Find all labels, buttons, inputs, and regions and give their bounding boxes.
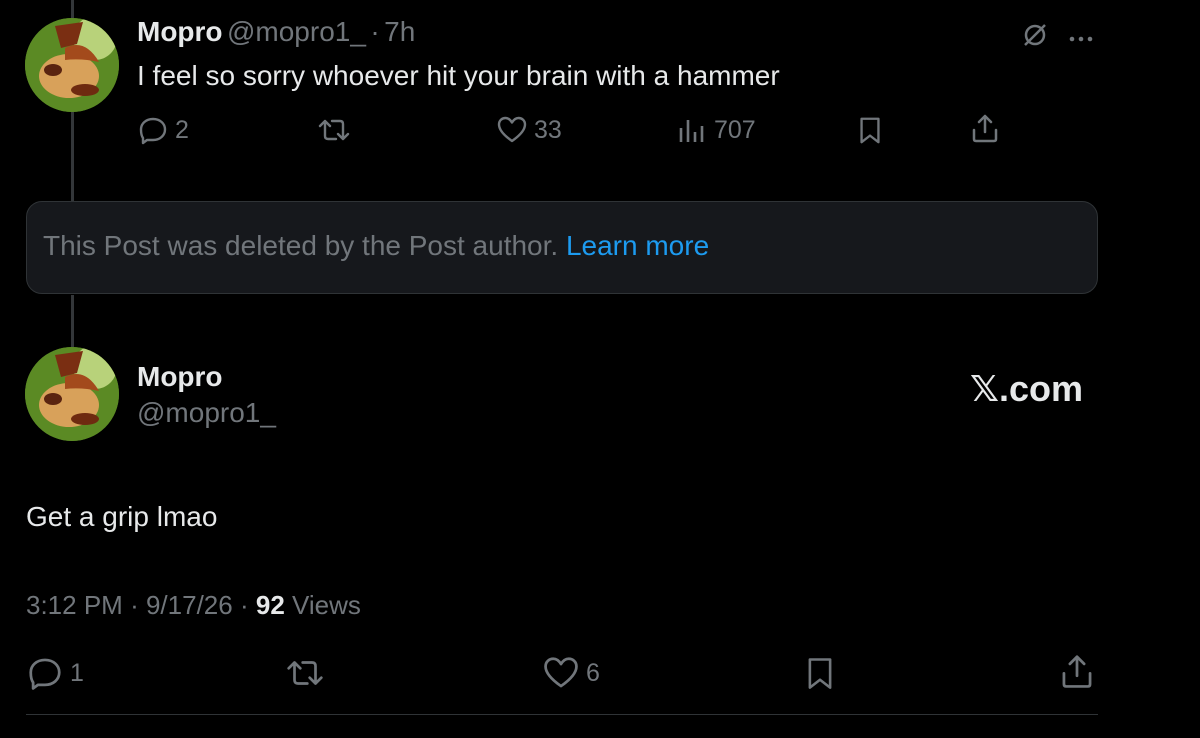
heart-icon xyxy=(497,116,527,143)
author-name[interactable]: Mopro xyxy=(137,361,223,393)
heart-icon xyxy=(544,657,578,688)
divider xyxy=(26,714,1098,715)
separator-dot: · xyxy=(130,590,139,620)
post-date[interactable]: 9/17/26 xyxy=(146,590,233,620)
reply-button[interactable]: 2 xyxy=(137,114,189,146)
repost-button[interactable] xyxy=(316,114,352,146)
reply-post-header: Mopro @mopro1_ · 7h xyxy=(137,16,415,48)
author-handle[interactable]: @mopro1_ xyxy=(137,397,276,429)
bookmark-button[interactable] xyxy=(802,654,838,692)
more-options-icon[interactable] xyxy=(1068,30,1096,42)
repost-icon xyxy=(318,119,350,141)
avatar-image xyxy=(25,347,119,441)
main-post-text: Get a grip lmao xyxy=(26,501,218,532)
share-button[interactable] xyxy=(1058,652,1096,690)
like-button[interactable]: 33 xyxy=(496,114,562,146)
reply-count: 1 xyxy=(70,658,84,687)
like-count: 6 xyxy=(586,658,600,687)
deleted-post-message: This Post was deleted by the Post author… xyxy=(43,230,709,262)
mute-icon[interactable] xyxy=(1021,21,1049,49)
views-count: 92 xyxy=(255,590,285,620)
reply-post-text: I feel so sorry whoever hit your brain w… xyxy=(137,60,780,91)
separator-dot: · xyxy=(239,590,249,620)
share-icon xyxy=(1062,655,1092,688)
post-meta: 3:12 PM · 9/17/26 · 92 Views xyxy=(26,590,361,621)
avatar[interactable] xyxy=(25,18,119,112)
views-label: Views xyxy=(292,590,361,620)
reply-icon xyxy=(139,117,167,145)
views-icon xyxy=(679,120,704,142)
view-count: 707 xyxy=(714,115,756,144)
reply-icon xyxy=(29,658,61,690)
author-handle[interactable]: @mopro1_ xyxy=(227,16,366,47)
deleted-post-notice: This Post was deleted by the Post author… xyxy=(26,201,1098,294)
repost-button[interactable] xyxy=(284,654,326,692)
share-icon xyxy=(972,114,998,143)
avatar[interactable] xyxy=(25,347,119,441)
separator-dot: · xyxy=(370,16,380,47)
thread-line-lower xyxy=(71,295,74,347)
like-button[interactable]: 6 xyxy=(542,654,600,692)
reply-count: 2 xyxy=(175,115,189,144)
bookmark-icon xyxy=(860,117,880,144)
x-com-watermark: 𝕏.com xyxy=(970,368,1084,409)
bookmark-icon xyxy=(808,658,832,689)
post-time-ago[interactable]: 7h xyxy=(384,16,415,47)
avatar-image xyxy=(25,18,119,112)
author-name[interactable]: Mopro xyxy=(137,16,223,47)
share-button[interactable] xyxy=(969,112,1001,144)
post-time[interactable]: 3:12 PM xyxy=(26,590,123,620)
bookmark-button[interactable] xyxy=(855,114,885,146)
views-button[interactable]: 707 xyxy=(676,114,756,146)
like-count: 33 xyxy=(534,115,562,144)
thread-line-middle xyxy=(71,112,74,201)
deleted-post-text: This Post was deleted by the Post author… xyxy=(43,230,559,261)
repost-icon xyxy=(287,661,323,685)
reply-button[interactable]: 1 xyxy=(26,654,84,692)
learn-more-link[interactable]: Learn more xyxy=(566,230,709,261)
thread-line-top xyxy=(71,0,74,18)
